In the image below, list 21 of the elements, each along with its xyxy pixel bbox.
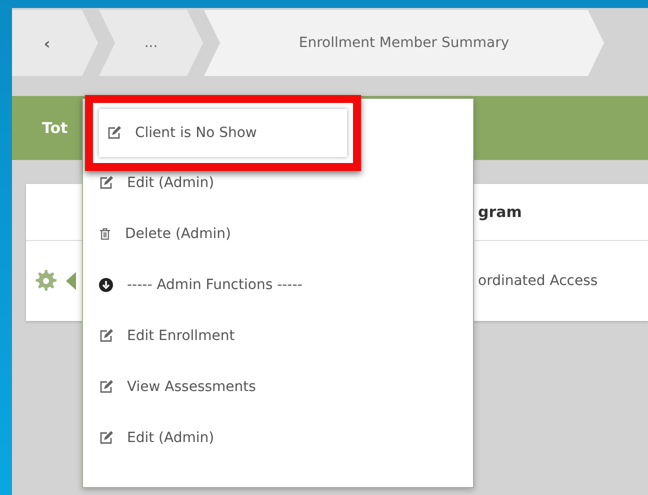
menu-item[interactable]: Edit Enrollment: [89, 322, 245, 350]
menu-item[interactable]: ----- Admin Functions -----: [89, 270, 312, 298]
menu-item[interactable]: Delete (Admin): [89, 220, 241, 248]
menu-item[interactable]: Edit (Admin): [89, 168, 224, 196]
edit-icon: [107, 126, 121, 140]
breadcrumb-item[interactable]: Enrollment Member Summary: [204, 10, 604, 76]
edit-icon: [99, 328, 113, 342]
down-arrow-icon: [99, 278, 113, 292]
column-header: gram: [478, 203, 523, 221]
edit-icon: [99, 430, 113, 444]
breadcrumb-item[interactable]: ...: [99, 10, 203, 76]
edit-icon: [99, 380, 113, 394]
menu-item[interactable]: Edit (Admin): [89, 424, 224, 452]
menu-item[interactable]: View Assessments: [89, 372, 266, 400]
menu-item[interactable]: Client is No Show: [99, 109, 347, 157]
gear-icon[interactable]: [34, 268, 78, 294]
trash-icon: [99, 226, 111, 240]
table-cell-text: ordinated Access: [478, 273, 599, 289]
back-button[interactable]: ‹: [12, 10, 98, 76]
summary-text: Tot: [42, 119, 68, 137]
edit-icon: [99, 176, 113, 190]
